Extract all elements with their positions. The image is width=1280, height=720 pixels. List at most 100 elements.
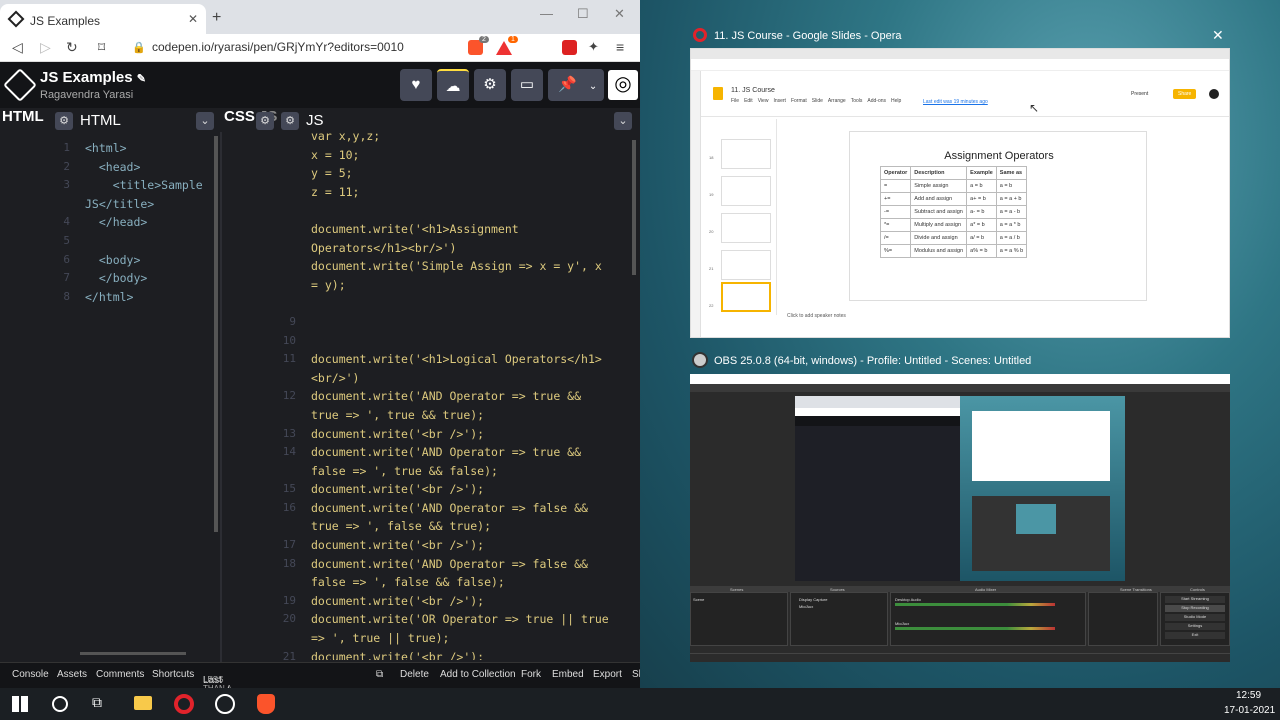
clock-date[interactable]: 17-01-2021 bbox=[1224, 705, 1275, 716]
speaker-notes[interactable]: Click to add speaker notes bbox=[787, 313, 846, 319]
assets-button[interactable]: Assets bbox=[57, 669, 87, 680]
obs-preview[interactable]: Scenes Sources Audio Mixer Scene Transition… bbox=[690, 374, 1230, 662]
js-code-line: document.write('<br />'); bbox=[311, 482, 485, 497]
pin-button[interactable]: 📌 ⌄ bbox=[548, 69, 604, 101]
delete-button[interactable]: Delete bbox=[400, 669, 429, 680]
js-scrollbar[interactable] bbox=[632, 140, 636, 275]
obs-taskbar-icon[interactable] bbox=[215, 694, 235, 714]
line-number: 9 bbox=[289, 314, 296, 328]
mixer-channel: Desktop Audio bbox=[895, 597, 921, 602]
extension-icon[interactable] bbox=[562, 40, 577, 55]
reload-icon[interactable]: ↻ bbox=[66, 39, 78, 56]
change-view-button[interactable]: ▭ bbox=[511, 69, 543, 101]
windows-start-icon[interactable] bbox=[12, 696, 28, 712]
back-icon[interactable]: ◁ bbox=[12, 39, 23, 56]
obs-canvas bbox=[795, 396, 1125, 581]
heart-button[interactable]: ♥ bbox=[400, 69, 432, 101]
obs-control-button[interactable]: Stop Recording bbox=[1165, 605, 1225, 612]
task-view-icon[interactable]: ⧉ bbox=[92, 694, 102, 711]
js-code-line: document.write('AND Operator => true && bbox=[311, 445, 582, 460]
url-field[interactable]: codepen.io/ryarasi/pen/GRjYmYr?editors=0… bbox=[152, 40, 404, 54]
slides-menu-item[interactable]: Slide bbox=[812, 98, 823, 104]
obs-window-title[interactable]: OBS 25.0.8 (64-bit, windows) - Profile: … bbox=[714, 355, 1031, 367]
open-external-icon[interactable]: ⧉ bbox=[376, 669, 383, 680]
opera-taskbar-icon[interactable] bbox=[174, 694, 194, 714]
html-scrollbar[interactable] bbox=[214, 136, 218, 532]
maximize-icon[interactable]: ☐ bbox=[577, 6, 589, 22]
slides-menu-item[interactable]: Help bbox=[891, 98, 901, 104]
file-explorer-icon[interactable] bbox=[134, 696, 152, 710]
html-line: 8 </html> bbox=[0, 288, 214, 307]
close-tab-icon[interactable]: ✕ bbox=[188, 12, 198, 26]
obs-control-button[interactable]: Settings bbox=[1165, 623, 1225, 630]
clock-time[interactable]: 12:59 bbox=[1236, 690, 1261, 701]
minimize-icon[interactable]: — bbox=[540, 6, 553, 21]
doc-title[interactable]: 11. JS Course bbox=[731, 87, 775, 94]
export-button[interactable]: Export bbox=[593, 669, 622, 680]
source-item[interactable]: Mic/Aux bbox=[799, 604, 813, 609]
html-settings-gear-icon[interactable]: ⚙ bbox=[55, 112, 73, 130]
last-edit-link[interactable]: Last edit was 19 minutes ago bbox=[923, 99, 988, 105]
embed-button[interactable]: Embed bbox=[552, 669, 584, 680]
avatar[interactable]: ◎ bbox=[608, 70, 638, 100]
slides-menu-item[interactable]: Tools bbox=[851, 98, 863, 104]
pen-author[interactable]: Ragavendra Yarasi bbox=[40, 89, 133, 101]
bookmark-icon[interactable]: ⌑ bbox=[98, 39, 105, 56]
table-cell: a* = b bbox=[966, 218, 997, 232]
share-slides-button[interactable]: Share bbox=[1173, 89, 1197, 99]
slides-menu-item[interactable]: Arrange bbox=[828, 98, 846, 104]
search-icon[interactable] bbox=[52, 696, 68, 712]
captured-tabbar bbox=[795, 396, 960, 408]
slide-thumb[interactable] bbox=[721, 176, 771, 206]
pen-title[interactable]: JS Examples ✎ bbox=[40, 69, 146, 86]
table-cell: %= bbox=[879, 244, 912, 258]
obs-icon bbox=[692, 352, 708, 368]
slide-thumb[interactable] bbox=[721, 213, 771, 243]
slides-toolbar bbox=[701, 109, 1229, 117]
slide-thumb-selected[interactable] bbox=[721, 282, 771, 312]
source-item[interactable]: Display Capture bbox=[799, 597, 827, 602]
slides-avatar[interactable] bbox=[1209, 89, 1219, 99]
slides-menu-item[interactable]: Format bbox=[791, 98, 807, 104]
menu-icon[interactable]: ≡ bbox=[616, 39, 624, 55]
operators-table: Operator Description Example Same as = Simpl… bbox=[879, 166, 1028, 258]
close-window-icon[interactable]: ✕ bbox=[614, 6, 625, 22]
slide-thumb[interactable] bbox=[721, 139, 771, 169]
horizontal-scrollbar[interactable] bbox=[80, 652, 186, 655]
opera-preview[interactable]: 11. JS Course File Edit View Insert Format Sl… bbox=[690, 48, 1230, 338]
rewards-badge: 1 bbox=[508, 36, 518, 43]
add-to-collection-button[interactable]: Add to Collection bbox=[440, 669, 516, 680]
fork-button[interactable]: Fork bbox=[521, 669, 541, 680]
slides-menu-item[interactable]: File bbox=[731, 98, 739, 104]
js-line: 19 document.write('<br />'); bbox=[220, 592, 630, 611]
obs-control-button[interactable]: Start Streaming bbox=[1165, 596, 1225, 603]
html-collapse-icon[interactable]: ⌄ bbox=[196, 112, 214, 130]
share-button[interactable]: Sh bbox=[632, 669, 640, 680]
browser-tab[interactable]: JS Examples ✕ bbox=[0, 4, 206, 34]
save-cloud-button[interactable]: ☁ bbox=[437, 69, 469, 101]
slide-canvas[interactable]: Assignment Operators Operator Description… bbox=[849, 131, 1147, 301]
brave-taskbar-icon[interactable] bbox=[257, 694, 275, 714]
obs-control-button[interactable]: Studio Mode bbox=[1165, 614, 1225, 621]
slides-menu-item[interactable]: View bbox=[758, 98, 769, 104]
close-preview-icon[interactable]: ✕ bbox=[1212, 27, 1224, 44]
console-button[interactable]: Console bbox=[12, 669, 49, 680]
shortcuts-button[interactable]: Shortcuts bbox=[152, 669, 194, 680]
settings-button[interactable]: ⚙ bbox=[474, 69, 506, 101]
opera-window-title[interactable]: 11. JS Course - Google Slides - Opera bbox=[714, 30, 902, 42]
comments-button[interactable]: Comments bbox=[96, 669, 144, 680]
new-tab-icon[interactable]: + bbox=[212, 9, 221, 27]
forward-icon[interactable]: ▷ bbox=[40, 39, 51, 56]
present-button[interactable]: Present bbox=[1131, 91, 1148, 97]
codepen-logo-icon[interactable] bbox=[3, 68, 37, 102]
slide-thumb[interactable] bbox=[721, 250, 771, 280]
scene-item[interactable]: Scene bbox=[693, 597, 704, 602]
puzzle-icon[interactable]: ✦ bbox=[588, 39, 599, 55]
js-code-line: true => ', false && true); bbox=[311, 519, 492, 534]
slides-menu-item[interactable]: Insert bbox=[773, 98, 786, 104]
slides-menu-item[interactable]: Add-ons bbox=[867, 98, 886, 104]
slides-menu-item[interactable]: Edit bbox=[744, 98, 753, 104]
obs-control-button[interactable]: Exit bbox=[1165, 632, 1225, 639]
line-number: 11 bbox=[282, 352, 296, 366]
edit-pencil-icon[interactable]: ✎ bbox=[137, 73, 146, 85]
